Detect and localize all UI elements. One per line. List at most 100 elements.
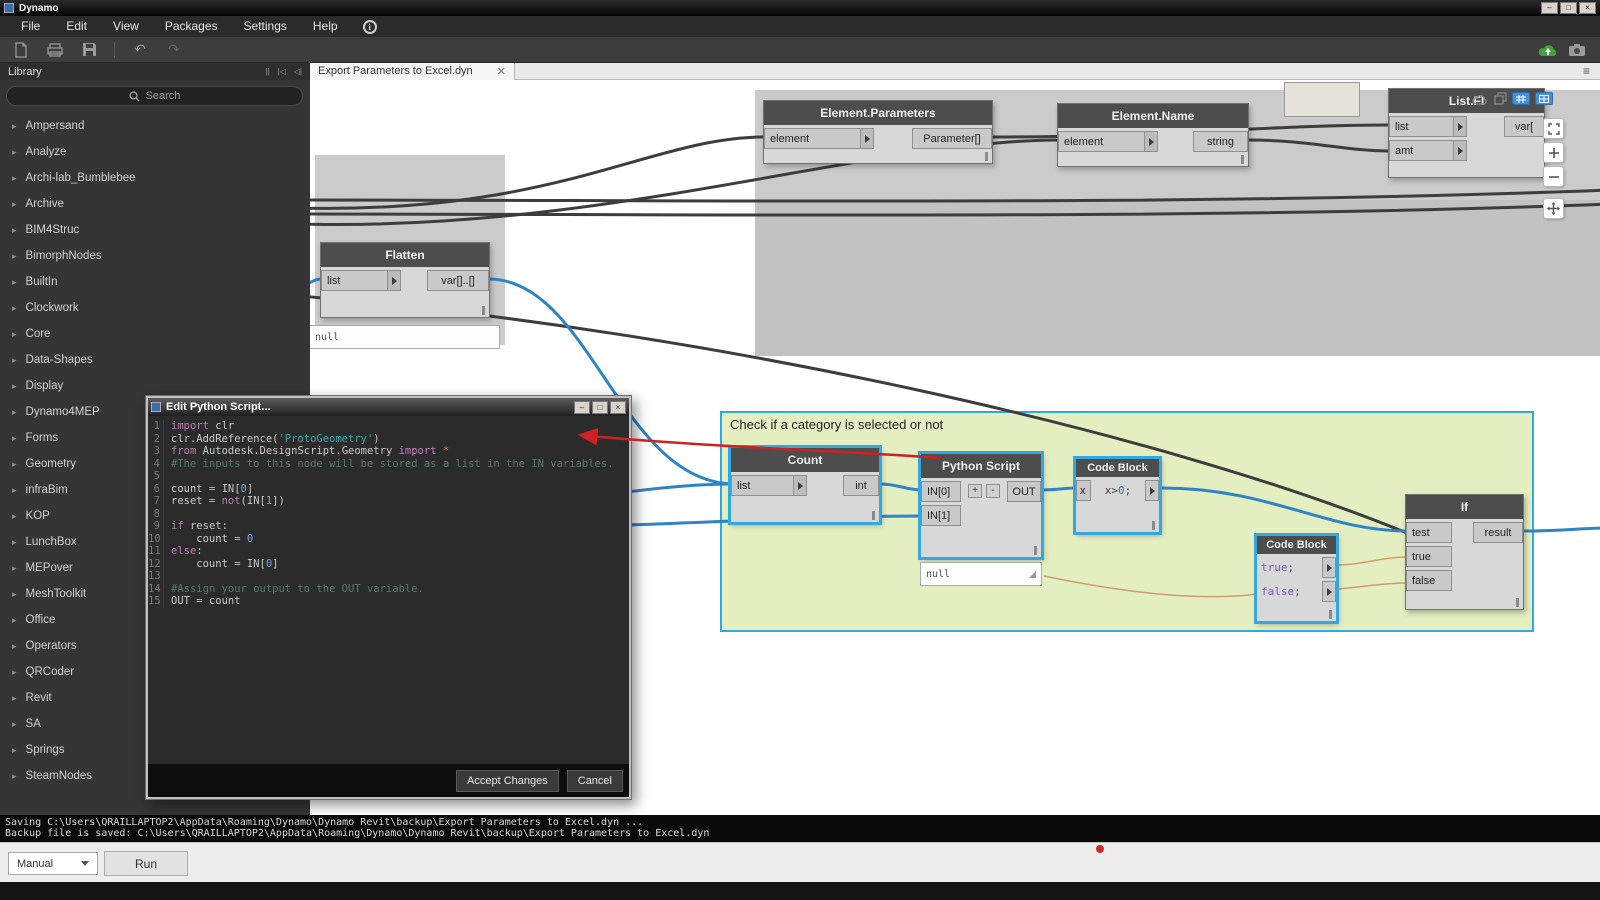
menu-help[interactable]: Help — [300, 16, 351, 37]
tab-overflow-menu-icon[interactable]: ≡ — [1583, 64, 1600, 78]
redo-icon[interactable]: ↷ — [165, 41, 183, 59]
new-file-icon[interactable] — [12, 41, 30, 59]
geometry-view-toggle[interactable] — [1535, 92, 1553, 105]
output-port-int[interactable]: int — [843, 475, 879, 496]
node-flatten[interactable]: Flatten list var[]..[] — [320, 242, 490, 318]
node-code-block-2[interactable]: Code Block true; false; — [1256, 535, 1337, 622]
dock-left-icon[interactable]: || — [265, 67, 269, 76]
menu-edit[interactable]: Edit — [53, 16, 100, 37]
node-element-name[interactable]: Element.Name element string — [1057, 103, 1249, 167]
output-port-out[interactable]: OUT — [1007, 481, 1041, 502]
input-port-list[interactable]: list — [1389, 116, 1467, 137]
library-item[interactable]: ▸Ampersand — [0, 113, 310, 139]
dialog-maximize-button[interactable]: □ — [592, 401, 608, 414]
zoom-in-button[interactable] — [1543, 142, 1564, 163]
tab-export-parameters[interactable]: Export Parameters to Excel.dyn ✕ — [310, 63, 515, 80]
accept-changes-button[interactable]: Accept Changes — [456, 770, 559, 792]
node-header[interactable]: Flatten — [321, 243, 489, 267]
library-item[interactable]: ▸Core — [0, 321, 310, 347]
collapse-panel-icon[interactable]: ◁| — [294, 67, 302, 76]
input-port-in0[interactable]: IN[0] — [921, 481, 961, 502]
output-port-false[interactable] — [1322, 581, 1336, 602]
library-item[interactable]: ▸Analyze — [0, 139, 310, 165]
node-header[interactable]: If — [1406, 495, 1523, 519]
input-port-list[interactable]: list — [731, 475, 807, 496]
library-item[interactable]: ▸BIM4Struc — [0, 217, 310, 243]
print-icon[interactable] — [46, 41, 64, 59]
zoom-out-button[interactable] — [1543, 166, 1564, 187]
resize-handle-icon[interactable] — [1029, 571, 1036, 578]
input-port-true[interactable]: true — [1406, 546, 1452, 567]
input-port-list[interactable]: list — [321, 270, 401, 291]
node-header[interactable]: Python Script — [921, 454, 1041, 478]
python-preview-bubble[interactable]: null — [920, 562, 1042, 586]
menu-file[interactable]: File — [8, 16, 53, 37]
input-port-x[interactable]: x — [1076, 480, 1091, 501]
camera-icon[interactable] — [1568, 41, 1586, 59]
input-port-amt[interactable]: amt — [1389, 140, 1467, 161]
library-item[interactable]: ▸Archive — [0, 191, 310, 217]
output-port-var[interactable]: var[ — [1504, 116, 1544, 137]
cancel-button[interactable]: Cancel — [567, 770, 623, 792]
pan-button[interactable] — [1543, 198, 1564, 219]
run-mode-select[interactable]: Manual — [8, 852, 98, 875]
code-line-true[interactable]: true; — [1257, 559, 1298, 576]
group-label[interactable]: Check if a category is selected or not — [722, 413, 1532, 436]
output-port[interactable] — [1145, 480, 1159, 501]
code-block-expression[interactable]: x>0; — [1101, 482, 1136, 499]
save-icon[interactable] — [80, 41, 98, 59]
node-count[interactable]: Count list int — [730, 447, 880, 523]
library-item[interactable]: ▸Archi-lab_Bumblebee — [0, 165, 310, 191]
node-code-block-1[interactable]: Code Block x x>0; — [1075, 458, 1160, 533]
dialog-minimize-button[interactable]: – — [574, 401, 590, 414]
library-item[interactable]: ▸BuiltIn — [0, 269, 310, 295]
node-header[interactable]: Code Block — [1076, 459, 1159, 477]
menu-packages[interactable]: Packages — [152, 16, 231, 37]
tab-close-icon[interactable]: ✕ — [497, 65, 506, 78]
flatten-preview-bubble[interactable]: null — [310, 325, 500, 349]
library-item[interactable]: ▸BimorphNodes — [0, 243, 310, 269]
upload-cloud-icon[interactable] — [1538, 41, 1556, 59]
dialog-close-button[interactable]: × — [610, 401, 626, 414]
menu-settings[interactable]: Settings — [231, 16, 300, 37]
add-input-button[interactable]: + — [968, 484, 982, 498]
dialog-code[interactable]: 1import clr2clr.AddReference('ProtoGeome… — [148, 416, 629, 764]
node-header[interactable]: Code Block — [1257, 536, 1336, 554]
output-port-parameters[interactable]: Parameter[] — [912, 128, 992, 149]
zoom-fit-button[interactable] — [1543, 118, 1564, 139]
run-button[interactable]: Run — [104, 851, 188, 876]
library-item[interactable]: ▸Clockwork — [0, 295, 310, 321]
search-input[interactable]: Search — [6, 86, 303, 106]
input-port-false[interactable]: false — [1406, 570, 1452, 591]
close-button[interactable]: × — [1579, 2, 1596, 14]
minimize-button[interactable]: – — [1541, 2, 1558, 14]
input-port-test[interactable]: test — [1406, 522, 1452, 543]
node-if[interactable]: If test true false result — [1405, 494, 1524, 610]
input-port-in1[interactable]: IN[1] — [921, 505, 961, 526]
info-icon[interactable]: i — [363, 20, 377, 34]
node-python-script[interactable]: Python Script IN[0] IN[1] + - OUT — [920, 453, 1042, 558]
dialog-titlebar[interactable]: Edit Python Script... – □ × — [148, 398, 629, 416]
undo-icon[interactable]: ↶ — [131, 41, 149, 59]
output-port-true[interactable] — [1322, 557, 1336, 578]
input-port-element[interactable]: element — [1058, 131, 1158, 152]
partial-node[interactable] — [1284, 82, 1360, 117]
menu-view[interactable]: View — [100, 16, 152, 37]
node-element-parameters[interactable]: Element.Parameters element Parameter[] — [763, 100, 993, 164]
node-header[interactable]: Count — [731, 448, 879, 472]
remove-input-button[interactable]: - — [986, 484, 1000, 498]
cloud-preview-icon[interactable] — [1472, 93, 1489, 105]
output-port-var[interactable]: var[]..[] — [427, 270, 489, 291]
output-port-result[interactable]: result — [1473, 522, 1523, 543]
graph-view-toggle[interactable] — [1512, 92, 1530, 105]
node-header[interactable]: Element.Parameters — [764, 101, 992, 125]
input-port-element[interactable]: element — [764, 128, 874, 149]
code-line-false[interactable]: false; — [1257, 583, 1305, 600]
maximize-button[interactable]: □ — [1560, 2, 1577, 14]
library-item[interactable]: ▸Data-Shapes — [0, 347, 310, 373]
output-port-string[interactable]: string — [1193, 131, 1248, 152]
node-header[interactable]: Element.Name — [1058, 104, 1248, 128]
undock-icon[interactable]: |◁ — [278, 67, 286, 76]
code-line: 10 count = 0 — [148, 533, 629, 546]
copy-layers-icon[interactable] — [1494, 92, 1507, 105]
